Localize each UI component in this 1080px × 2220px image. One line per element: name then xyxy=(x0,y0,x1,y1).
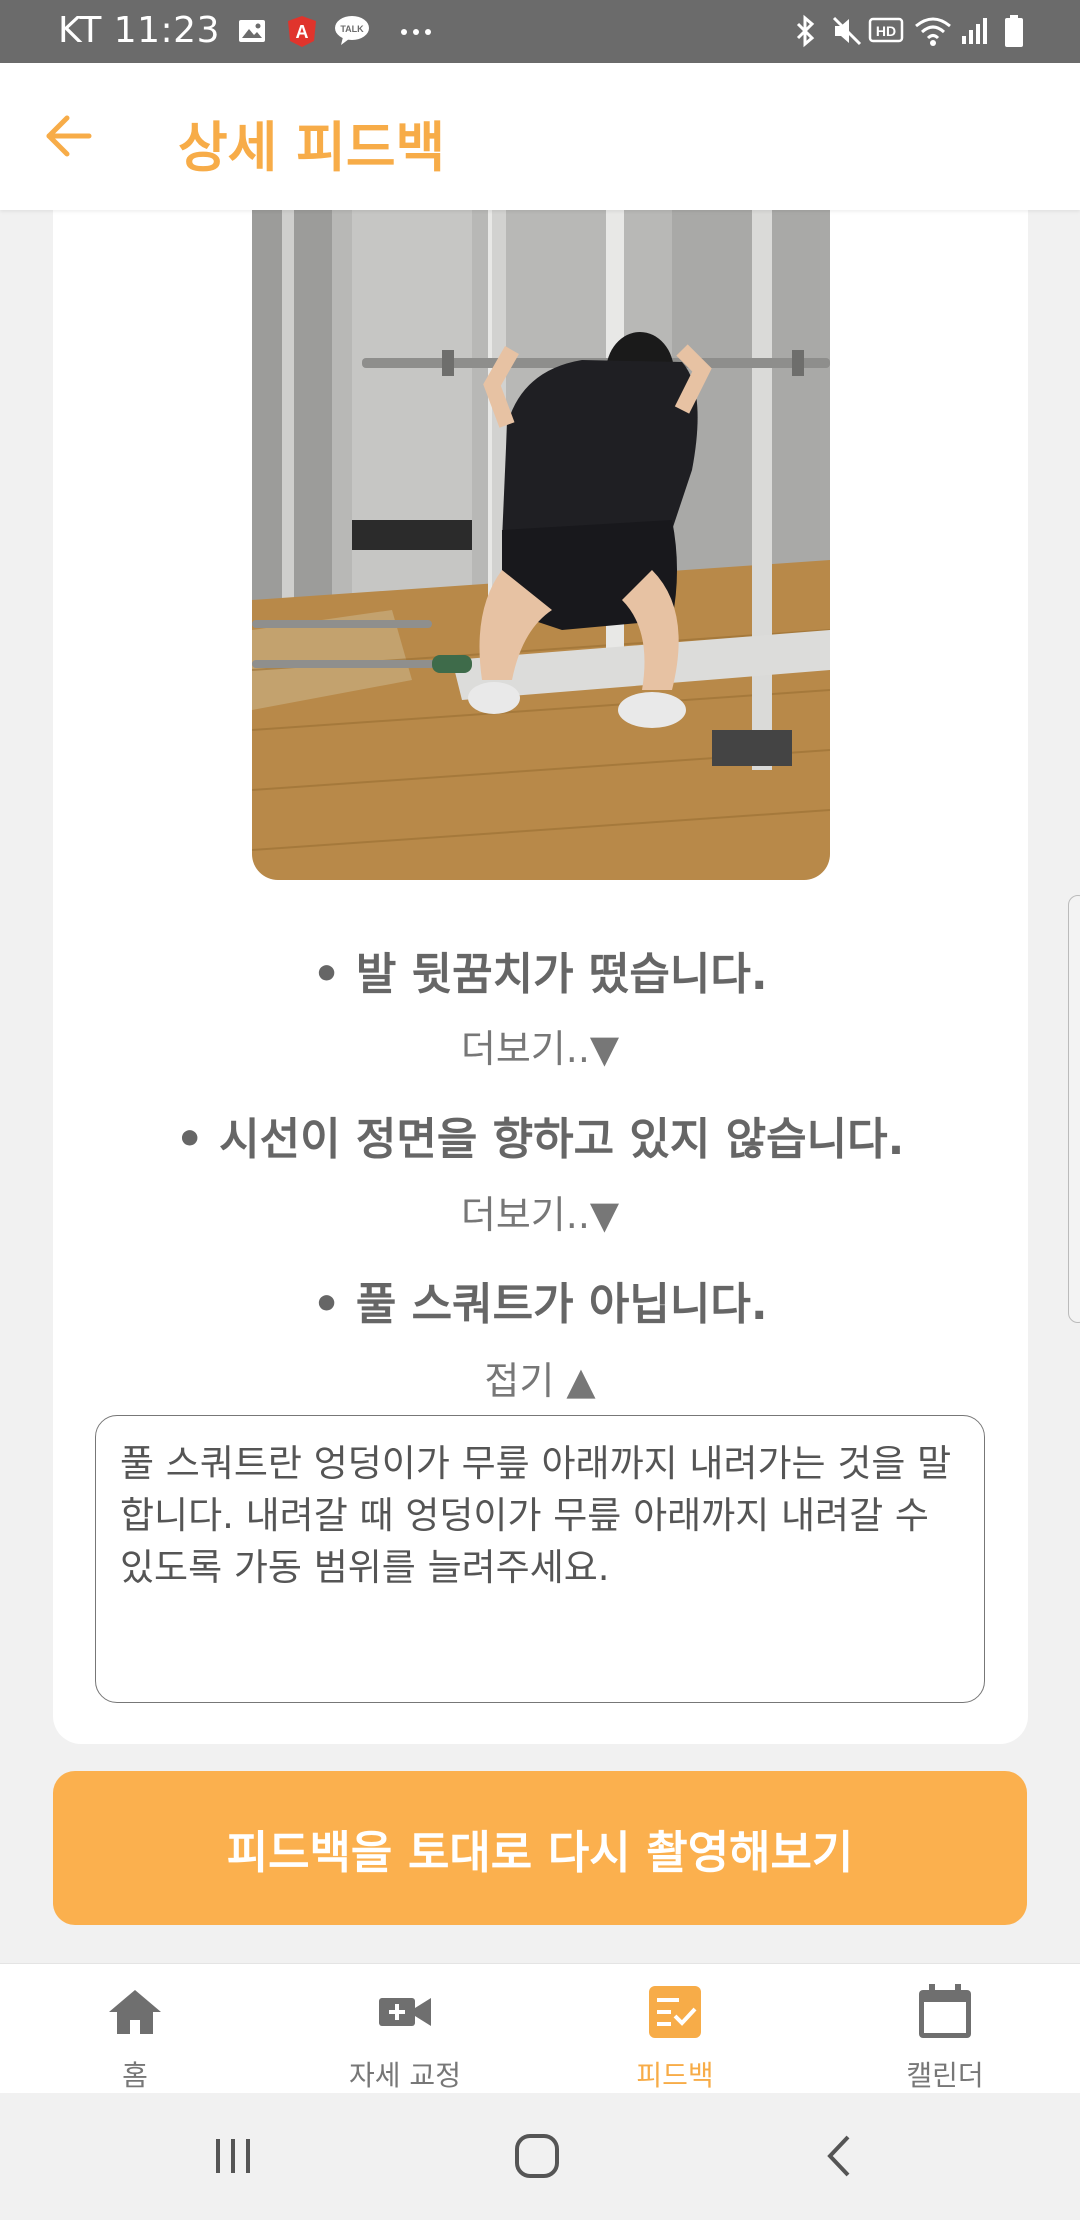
back-button[interactable] xyxy=(38,111,98,161)
feedback-detail-box: 풀 스쿼트란 엉덩이가 무릎 아래까지 내려가는 것을 말 합니다. 내려갈 때… xyxy=(95,1415,985,1703)
home-icon xyxy=(109,1990,161,2034)
feedback-item-gaze: • 시선이 정면을 향하고 있지 않습니다. xyxy=(175,1114,905,1165)
retake-video-button[interactable]: 피드백을 토대로 다시 촬영해보기 xyxy=(53,1771,1027,1925)
battery-icon xyxy=(1005,15,1023,47)
talk-notification-icon: TALK xyxy=(335,16,369,45)
signal-icon xyxy=(962,18,987,44)
svg-text:A: A xyxy=(296,22,309,42)
app-bar: 상세 피드백 xyxy=(0,63,1080,210)
nav-home-label: 홈 xyxy=(122,2059,148,2092)
status-bar: KT 11:23 A TALK HD xyxy=(0,0,1080,63)
page-title: 상세 피드백 xyxy=(178,116,446,179)
exercise-video-thumbnail[interactable] xyxy=(252,210,830,880)
recent-apps-icon[interactable] xyxy=(210,2133,256,2179)
svg-text:TALK: TALK xyxy=(340,24,364,34)
expand-toggle-gaze[interactable]: 더보기..▼ xyxy=(0,1184,1080,1239)
hd-voice-icon: HD xyxy=(868,17,904,43)
nav-feedback[interactable]: 피드백 xyxy=(575,1964,775,2094)
nav-posture-correction-label: 자세 교정 xyxy=(349,2059,461,2092)
nav-feedback-label: 피드백 xyxy=(636,2059,714,2092)
system-navigation-bar xyxy=(0,2093,1080,2220)
bottom-navigation: 홈 자세 교정 피드백 캘린더 xyxy=(0,1963,1080,2093)
home-system-icon[interactable] xyxy=(512,2131,562,2181)
app-notification-icon: A xyxy=(288,16,316,47)
bluetooth-icon xyxy=(796,14,815,48)
video-camera-icon xyxy=(379,1998,431,2026)
mute-icon xyxy=(832,16,862,46)
calendar-icon xyxy=(919,1984,971,2038)
back-system-icon[interactable] xyxy=(820,2133,860,2179)
svg-text:HD: HD xyxy=(876,23,896,39)
nav-calendar[interactable]: 캘린더 xyxy=(845,1964,1045,2094)
nav-home[interactable]: 홈 xyxy=(35,1964,235,2094)
feedback-item-full-squat: • 풀 스쿼트가 아닙니다. xyxy=(312,1279,768,1330)
nav-posture-correction[interactable]: 자세 교정 xyxy=(305,1964,505,2094)
feedback-item-heel: • 발 뒷꿈치가 떴습니다. xyxy=(312,949,768,1000)
nav-calendar-label: 캘린더 xyxy=(906,2059,984,2092)
gallery-notification-icon xyxy=(239,20,265,42)
feedback-detail-text: 풀 스쿼트란 엉덩이가 무릎 아래까지 내려가는 것을 말 합니다. 내려갈 때… xyxy=(120,1442,952,1589)
more-notifications-icon xyxy=(401,29,431,35)
edge-panel-handle[interactable] xyxy=(1068,895,1080,1323)
wifi-icon xyxy=(915,17,951,46)
expand-toggle-heel[interactable]: 더보기..▼ xyxy=(0,1018,1080,1073)
squat-video-frame xyxy=(252,210,830,880)
feedback-checklist-icon xyxy=(649,1986,701,2038)
back-arrow-icon xyxy=(46,115,92,157)
status-time: KT 11:23 xyxy=(58,10,220,51)
collapse-toggle-full-squat[interactable]: 접기 ▲ xyxy=(0,1350,1080,1405)
